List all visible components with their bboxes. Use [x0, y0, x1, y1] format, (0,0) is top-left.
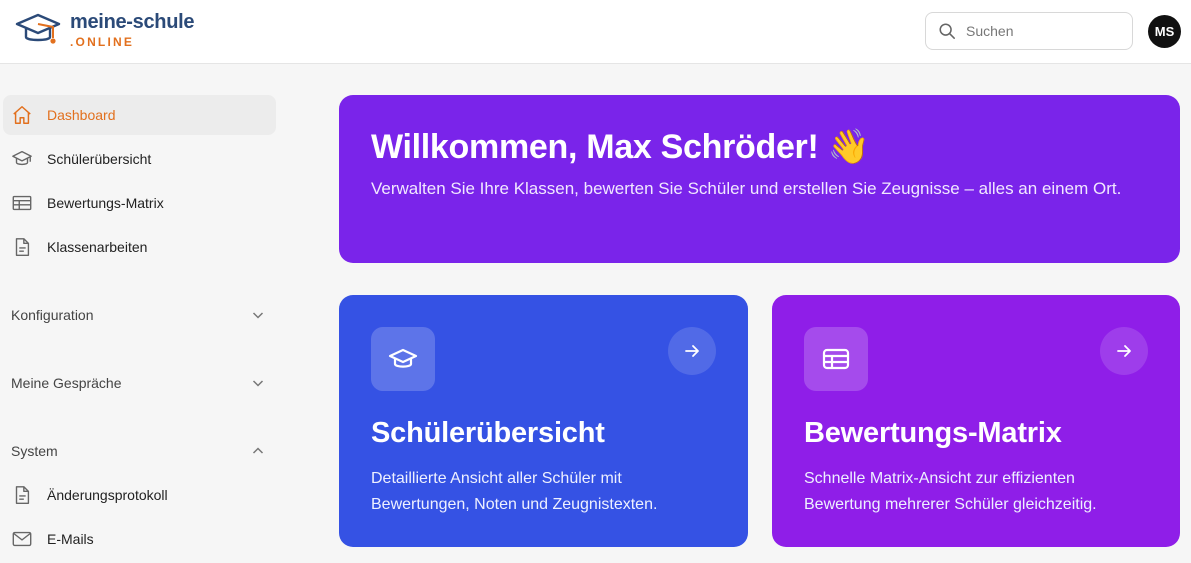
- sidebar-item-e-mails[interactable]: E-Mails: [3, 519, 276, 559]
- table-icon: [12, 195, 32, 211]
- welcome-title: Willkommen, Max Schröder! 👋: [371, 128, 870, 166]
- brand-suffix: .ONLINE: [70, 35, 135, 49]
- card-icon-box: [804, 327, 868, 391]
- card-title: Bewertungs-Matrix: [804, 417, 1062, 449]
- card-title: Schülerübersicht: [371, 417, 605, 449]
- card-description: Detaillierte Ansicht aller Schüler mit B…: [371, 470, 658, 513]
- document-icon: [15, 238, 30, 256]
- chevron-down-icon: [252, 380, 264, 387]
- arrow-right-icon: [1117, 345, 1131, 357]
- top-bar: meine-schule .ONLINE MS: [0, 0, 1191, 64]
- section-system[interactable]: System: [11, 436, 273, 466]
- card-bewertungs-matrix[interactable]: Bewertungs-Matrix Schnelle Matrix-Ansich…: [772, 295, 1180, 547]
- graduation-cap-icon: [388, 348, 418, 368]
- sidebar-item-label: Dashboard: [47, 107, 116, 123]
- card-arrow-button[interactable]: [668, 327, 716, 375]
- home-icon: [13, 106, 31, 124]
- arrow-right-icon: [685, 345, 699, 357]
- brand-name: meine-schule: [70, 11, 195, 33]
- search-input[interactable]: [966, 23, 1116, 39]
- sidebar-item-label: Schülerübersicht: [47, 151, 152, 167]
- sidebar-item-klassenarbeiten[interactable]: Klassenarbeiten: [3, 227, 276, 267]
- sidebar-item-label: Bewertungs-Matrix: [47, 195, 164, 211]
- sidebar-item-schueleruebersicht[interactable]: Schülerübersicht: [3, 139, 276, 179]
- welcome-banner: Willkommen, Max Schröder! 👋 Verwalten Si…: [339, 95, 1180, 263]
- section-label: Meine Gespräche: [11, 375, 122, 391]
- section-konfiguration[interactable]: Konfiguration: [11, 300, 273, 330]
- sidebar-item-label: Änderungsprotokoll: [47, 487, 168, 503]
- section-label: Konfiguration: [11, 307, 94, 323]
- section-meine-gespraeche[interactable]: Meine Gespräche: [11, 368, 273, 398]
- logo[interactable]: meine-schule .ONLINE: [14, 10, 195, 50]
- card-description: Schnelle Matrix-Ansicht zur effizienten …: [804, 470, 1097, 513]
- welcome-subtitle: Verwalten Sie Ihre Klassen, bewerten Sie…: [371, 179, 1122, 198]
- sidebar-item-aenderungsprotokoll[interactable]: Änderungsprotokoll: [3, 475, 276, 515]
- table-icon: [822, 348, 850, 370]
- mail-icon: [12, 531, 32, 547]
- document-icon: [15, 486, 30, 504]
- sidebar-item-dashboard[interactable]: Dashboard: [3, 95, 276, 135]
- user-avatar[interactable]: MS: [1148, 15, 1181, 48]
- sidebar-item-label: E-Mails: [47, 531, 94, 547]
- chevron-down-icon: [252, 312, 264, 319]
- card-arrow-button[interactable]: [1100, 327, 1148, 375]
- graduation-cap-logo-icon: [15, 13, 61, 44]
- sidebar: Dashboard Schülerübersicht Bewertungs-Ma…: [0, 65, 290, 563]
- search-icon: [939, 23, 955, 39]
- sidebar-item-label: Klassenarbeiten: [47, 239, 148, 255]
- card-schueleruebersicht[interactable]: Schülerübersicht Detaillierte Ansicht al…: [339, 295, 748, 547]
- chevron-up-icon: [252, 447, 264, 454]
- section-label: System: [11, 443, 58, 459]
- graduation-cap-icon: [12, 150, 32, 166]
- sidebar-item-bewertungs-matrix[interactable]: Bewertungs-Matrix: [3, 183, 276, 223]
- card-icon-box: [371, 327, 435, 391]
- search-box[interactable]: [925, 12, 1133, 50]
